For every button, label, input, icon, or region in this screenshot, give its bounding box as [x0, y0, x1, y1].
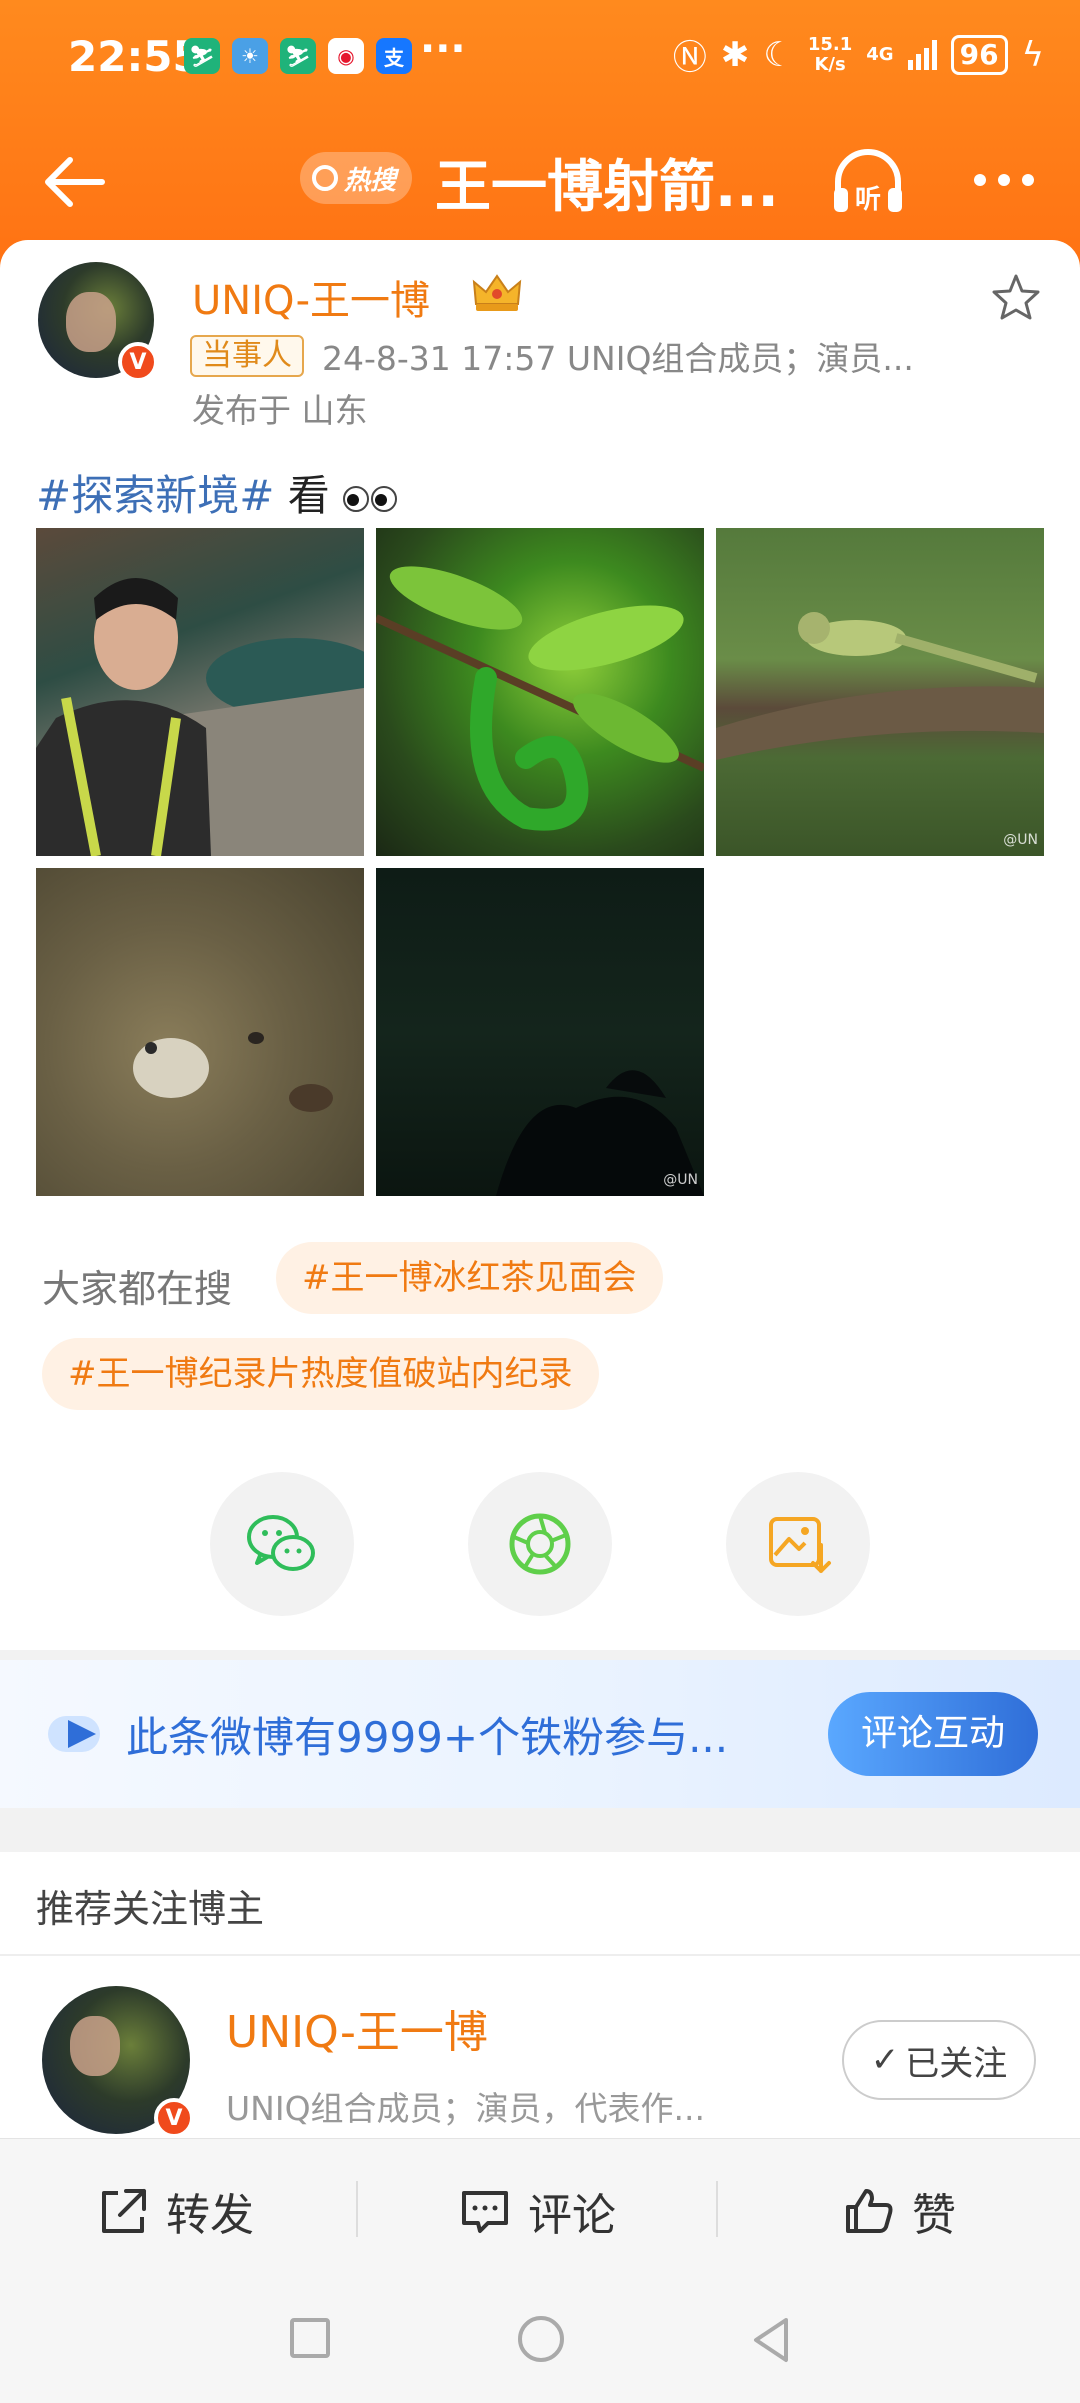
repost-button[interactable]: 转发 — [96, 2179, 254, 2243]
network-type: 4G — [866, 43, 894, 65]
action-separator-2 — [716, 2181, 718, 2237]
post-meta: 当事人 24-8-31 17:57 UNIQ组合成员；演员... — [190, 332, 962, 380]
net-speed-unit: K/s — [814, 53, 846, 75]
status-bar: 22:55 ⛷ ☀ ⛷ ◉ 支 ··· Ⓝ ✱ ☾ 15.1 K/s 4G 96… — [0, 0, 1080, 115]
followed-label: 已关注 — [905, 2043, 1008, 2084]
post-text: #探索新境# 看 — [36, 462, 398, 523]
photo-1-art — [36, 578, 364, 856]
comment-interact-button[interactable]: 评论互动 — [828, 1692, 1038, 1776]
svg-text:听: 听 — [855, 185, 881, 215]
signal-icon — [907, 39, 937, 70]
net-speed-value: 15.1 — [807, 33, 853, 55]
repost-label: 转发 — [166, 2190, 254, 2241]
trending-search-label: 大家都在搜 — [42, 1267, 233, 1311]
moments-icon — [509, 1513, 571, 1575]
moon-icon: ☾ — [763, 34, 794, 75]
search-icon — [312, 165, 338, 191]
fan-toggle-icon — [48, 1716, 100, 1752]
post-action-bar: 转发 评论 赞 — [0, 2138, 1080, 2278]
post-photo-5[interactable]: @UN — [376, 868, 704, 1196]
divider — [0, 1954, 1080, 1956]
share-moments-button[interactable] — [468, 1472, 612, 1616]
fan-engagement-banner[interactable]: 此条微博有9999+个铁粉参与... 评论互动 — [0, 1660, 1080, 1808]
share-wechat-button[interactable] — [210, 1472, 354, 1616]
headphones-icon[interactable]: 听 — [830, 146, 906, 216]
top-nav: 热搜 王一博射箭... 听 — [0, 130, 1080, 230]
fan-banner-text: 此条微博有9999+个铁粉参与... — [126, 1713, 729, 1762]
recent-apps-button[interactable] — [290, 2318, 330, 2358]
involved-party-tag: 当事人 — [190, 335, 304, 377]
status-time: 22:55 — [68, 32, 202, 81]
comment-button[interactable]: 评论 — [458, 2179, 616, 2243]
like-button[interactable]: 赞 — [842, 2179, 956, 2243]
verified-badge-icon: V — [154, 2098, 194, 2138]
post-photo-1[interactable] — [36, 528, 364, 856]
photo-4-art — [133, 1032, 333, 1112]
post-photo-2[interactable] — [376, 528, 704, 856]
back-arrow-icon[interactable] — [40, 152, 110, 212]
status-right: Ⓝ ✱ ☾ 15.1 K/s 4G 96 ϟ — [673, 30, 1044, 79]
post-photo-3[interactable]: @UN — [716, 528, 1044, 856]
notification-icons: ⛷ ☀ ⛷ ◉ 支 — [184, 38, 412, 74]
action-separator — [356, 2181, 358, 2237]
comment-label: 评论 — [528, 2190, 616, 2241]
photo-watermark-2: @UN — [663, 1172, 698, 1188]
post-card: V UNIQ-王一博 当事人 24-8-31 17:57 UNIQ组合成员；演员… — [0, 240, 1080, 1650]
post-location: 发布于 山东 — [192, 391, 368, 430]
game-app-icon: ☀ — [232, 38, 268, 74]
sport-app-icon: ⛷ — [184, 38, 220, 74]
check-icon: ✓ — [870, 2040, 900, 2080]
more-notifications-icon: ··· — [420, 26, 466, 72]
recommended-name[interactable]: UNIQ-王一博 — [226, 1996, 488, 2060]
image-download-icon — [769, 1517, 831, 1573]
post-time-and-bio: 24-8-31 17:57 UNIQ组合成员；演员... — [322, 339, 914, 378]
repost-icon — [102, 2189, 146, 2233]
system-navigation-bar — [0, 2278, 1080, 2403]
thumbs-up-icon — [846, 2189, 893, 2233]
hot-search-label: 热搜 — [344, 165, 397, 196]
photo-5-art — [496, 1070, 704, 1196]
like-label: 赞 — [912, 2190, 956, 2241]
back-button[interactable] — [746, 2314, 796, 2366]
hot-search-badge[interactable]: 热搜 — [300, 152, 413, 204]
more-options-icon[interactable] — [972, 170, 1036, 190]
followed-button[interactable]: ✓ 已关注 — [842, 2020, 1036, 2100]
favorite-star-icon[interactable] — [990, 272, 1042, 322]
photo-2-art — [376, 566, 704, 831]
author-name[interactable]: UNIQ-王一博 — [192, 268, 430, 326]
post-photo-4[interactable] — [36, 868, 364, 1196]
author-avatar[interactable]: V — [38, 262, 158, 382]
eyes-emoji-icon — [343, 485, 398, 512]
photo-watermark: @UN — [1003, 832, 1038, 848]
alipay-icon: 支 — [376, 38, 412, 74]
sport-app-icon-2: ⛷ — [280, 38, 316, 74]
verified-badge-icon: V — [118, 342, 158, 382]
home-button[interactable] — [518, 2316, 564, 2362]
trending-topic-2[interactable]: #王一博纪录片热度值破站内纪录 — [42, 1338, 599, 1410]
wechat-icon — [247, 1515, 315, 1571]
page-title[interactable]: 王一博射箭... — [435, 142, 795, 223]
net-speed: 15.1 K/s — [807, 33, 853, 75]
post-body: 看 — [274, 471, 330, 520]
recommended-title: 推荐关注博主 — [36, 1887, 265, 1931]
recommended-desc: UNIQ组合成员；演员，代表作... — [226, 2089, 706, 2128]
battery-indicator: 96 — [950, 34, 1008, 75]
recommended-avatar[interactable]: V — [42, 1986, 194, 2138]
recommended-bloggers: 推荐关注博主 V UNIQ-王一博 UNIQ组合成员；演员，代表作... ✓ 已… — [0, 1852, 1080, 2142]
save-image-button[interactable] — [726, 1472, 870, 1616]
comment-icon — [462, 2191, 508, 2233]
charging-icon: ϟ — [1021, 34, 1044, 75]
crown-badge-icon[interactable] — [470, 270, 524, 314]
bluetooth-icon: ✱ — [720, 34, 750, 75]
photo-3-art — [716, 612, 1044, 760]
weibo-icon: ◉ — [328, 38, 364, 74]
topic-link[interactable]: #探索新境# — [36, 471, 274, 520]
trending-topic-1[interactable]: #王一博冰红茶见面会 — [276, 1242, 663, 1314]
nfc-icon: Ⓝ — [672, 38, 707, 78]
